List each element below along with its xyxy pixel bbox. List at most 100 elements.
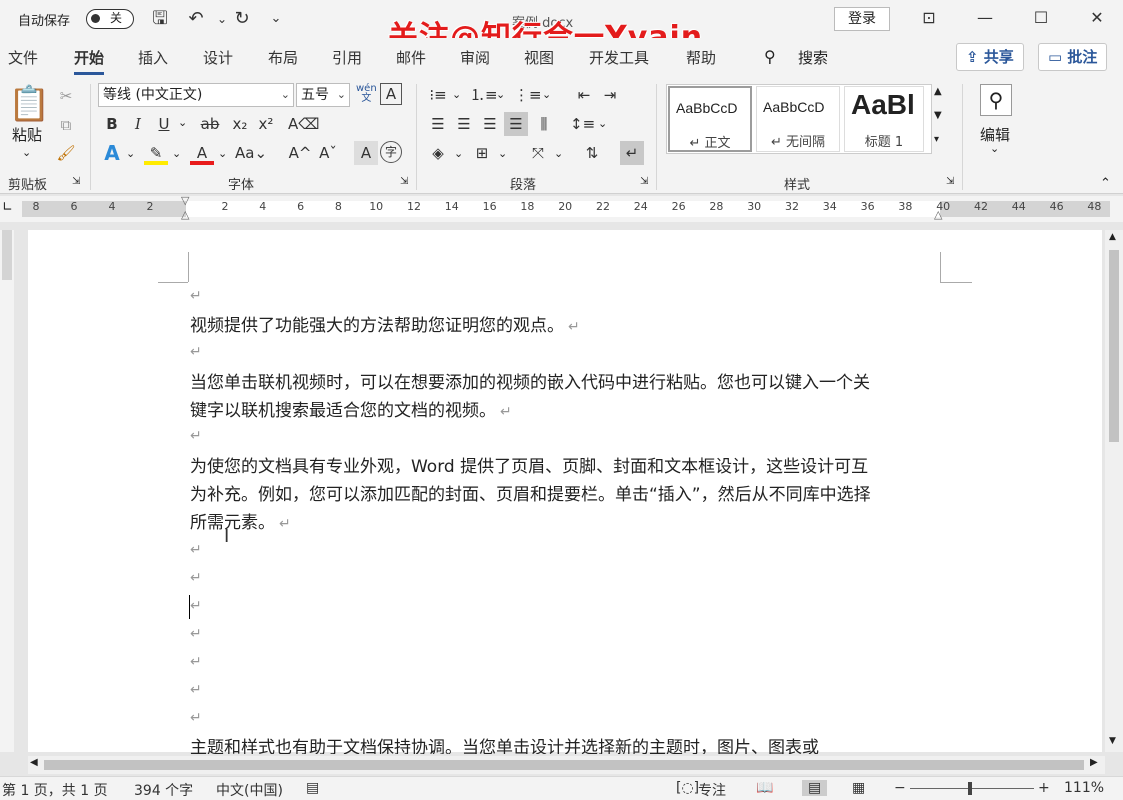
- style-heading-1[interactable]: AaBl 标题 1: [844, 86, 924, 152]
- copy-icon[interactable]: ⧉: [54, 113, 78, 137]
- show-marks-icon[interactable]: ↵: [620, 141, 644, 165]
- share-button[interactable]: ⇪ 共享: [956, 43, 1024, 71]
- borders-icon[interactable]: ⊞: [470, 141, 494, 165]
- tab-design[interactable]: 设计: [203, 47, 233, 68]
- style-normal[interactable]: AaBbCcD ↵ 正文: [668, 86, 752, 152]
- chinese-layout-icon[interactable]: ⤧: [526, 141, 550, 165]
- styles-scroll-up-icon[interactable]: ▲: [934, 86, 942, 97]
- enclose-char-icon[interactable]: 字: [380, 141, 402, 163]
- styles-scroll-down-icon[interactable]: ▼: [934, 110, 942, 121]
- zoom-in-icon[interactable]: +: [1038, 780, 1050, 796]
- style-no-spacing[interactable]: AaBbCcD ↵ 无间隔: [756, 86, 840, 152]
- font-family-select[interactable]: 等线 (中文正文) ⌄: [98, 83, 294, 107]
- zoom-slider[interactable]: [910, 788, 1034, 789]
- web-layout-icon[interactable]: ▦: [852, 780, 865, 796]
- paste-icon[interactable]: 📋: [8, 84, 50, 124]
- zoom-slider-thumb[interactable]: [968, 782, 972, 795]
- phonetic-guide-icon[interactable]: wén 文: [356, 84, 377, 104]
- multilevel-dropdown-icon[interactable]: ⌄: [542, 88, 551, 101]
- highlight-dropdown-icon[interactable]: ⌄: [172, 147, 181, 160]
- align-right-icon[interactable]: ☰: [478, 112, 502, 136]
- underline-button[interactable]: U: [152, 112, 176, 136]
- multilevel-list-icon[interactable]: ⋮≡: [514, 83, 542, 107]
- close-icon[interactable]: ✕: [1086, 7, 1108, 29]
- highlight-icon[interactable]: ✎: [144, 141, 168, 165]
- read-mode-icon[interactable]: 📖: [756, 780, 773, 796]
- first-line-indent-icon[interactable]: ▽: [181, 194, 189, 207]
- numbering-icon[interactable]: ⒈≡: [470, 83, 498, 107]
- comments-button[interactable]: ▭ 批注: [1038, 43, 1108, 71]
- chinese-layout-dropdown-icon[interactable]: ⌄: [554, 147, 563, 160]
- font-launcher-icon[interactable]: ⇲: [400, 176, 408, 187]
- scroll-thumb[interactable]: [1109, 250, 1119, 442]
- save-icon[interactable]: 🖫: [148, 8, 172, 30]
- vertical-scrollbar[interactable]: ▲ ▼: [1105, 230, 1123, 752]
- text-effects-dropdown-icon[interactable]: ⌄: [126, 147, 135, 160]
- paste-label[interactable]: 粘贴: [12, 124, 42, 145]
- horizontal-scrollbar[interactable]: ◀ ▶: [28, 756, 1105, 774]
- paste-dropdown-icon[interactable]: ⌄: [22, 146, 31, 159]
- numbering-dropdown-icon[interactable]: ⌄: [496, 88, 505, 101]
- bullets-dropdown-icon[interactable]: ⌄: [452, 88, 461, 101]
- accessibility-icon[interactable]: ▤: [306, 780, 319, 796]
- clear-formatting-icon[interactable]: A⌫: [288, 112, 319, 136]
- superscript-button[interactable]: x²: [254, 112, 278, 136]
- page-count[interactable]: 第 1 页，共 1 页: [2, 780, 108, 800]
- redo-icon[interactable]: ↻: [230, 8, 254, 30]
- decrease-indent-icon[interactable]: ⇤: [572, 83, 596, 107]
- minimize-icon[interactable]: —: [974, 7, 996, 29]
- document-paragraph[interactable]: 为使您的文档具有专业外观，Word 提供了页眉、页脚、封面和文本框设计，这些设计…: [190, 453, 868, 481]
- scroll-thumb[interactable]: [44, 760, 1084, 770]
- tab-developer[interactable]: 开发工具: [589, 47, 649, 68]
- change-case-icon[interactable]: Aa⌄: [234, 141, 268, 165]
- strikethrough-button[interactable]: ab: [198, 112, 222, 136]
- line-spacing-dropdown-icon[interactable]: ⌄: [598, 117, 607, 130]
- search-icon[interactable]: ⚲: [764, 47, 776, 66]
- font-color-dropdown-icon[interactable]: ⌄: [218, 147, 227, 160]
- clipboard-launcher-icon[interactable]: ⇲: [72, 176, 80, 187]
- editing-dropdown-icon[interactable]: ⌄: [990, 142, 999, 155]
- scroll-up-icon[interactable]: ▲: [1109, 232, 1116, 242]
- document-paragraph[interactable]: 所需元素。 ↵: [190, 509, 291, 538]
- increase-indent-icon[interactable]: ⇥: [598, 83, 622, 107]
- justify-icon[interactable]: ☰: [504, 112, 528, 136]
- autosave-toggle[interactable]: 关: [86, 9, 134, 29]
- tab-layout[interactable]: 布局: [268, 47, 298, 68]
- font-color-icon[interactable]: A: [190, 141, 214, 165]
- focus-icon[interactable]: [◌]: [676, 780, 699, 796]
- tab-insert[interactable]: 插入: [138, 47, 168, 68]
- tab-home[interactable]: 开始: [74, 47, 105, 75]
- shading-icon[interactable]: ◈: [426, 141, 450, 165]
- styles-more-icon[interactable]: ▾: [934, 134, 939, 145]
- tab-help[interactable]: 帮助: [686, 47, 716, 68]
- line-spacing-icon[interactable]: ↕≡: [570, 112, 595, 136]
- distributed-icon[interactable]: ⫼: [532, 112, 556, 136]
- scroll-left-icon[interactable]: ◀: [30, 757, 38, 768]
- ribbon-display-icon[interactable]: ⊡: [918, 7, 940, 29]
- underline-dropdown-icon[interactable]: ⌄: [178, 116, 187, 129]
- styles-launcher-icon[interactable]: ⇲: [946, 176, 954, 187]
- print-layout-icon[interactable]: ▤: [802, 780, 828, 796]
- char-shading-icon[interactable]: A: [354, 141, 378, 165]
- char-border-icon[interactable]: A: [380, 83, 402, 105]
- italic-button[interactable]: I: [126, 112, 150, 136]
- undo-icon[interactable]: ↶: [184, 8, 208, 30]
- search-label[interactable]: 搜索: [798, 47, 828, 68]
- word-count[interactable]: 394 个字: [134, 780, 193, 800]
- tab-mailings[interactable]: 邮件: [396, 47, 426, 68]
- document-paragraph[interactable]: 当您单击联机视频时，可以在想要添加的视频的嵌入代码中进行粘贴。您也可以键入一个关: [190, 369, 870, 397]
- document-paragraph[interactable]: 视频提供了功能强大的方法帮助您证明您的观点。 ↵: [190, 312, 580, 341]
- maximize-icon[interactable]: ☐: [1030, 7, 1052, 29]
- collapse-ribbon-icon[interactable]: ⌃: [1100, 176, 1111, 191]
- document-paragraph[interactable]: 键字以联机搜索最适合您的文档的视频。 ↵: [190, 397, 512, 426]
- scroll-down-icon[interactable]: ▼: [1109, 736, 1116, 746]
- document-paragraph[interactable]: 为补充。例如，您可以添加匹配的封面、页眉和提要栏。单击“插入”，然后从不同库中选…: [190, 481, 871, 509]
- bullets-icon[interactable]: ⁝≡: [426, 83, 450, 107]
- zoom-out-icon[interactable]: −: [894, 780, 906, 796]
- tab-file[interactable]: 文件: [8, 47, 38, 68]
- subscript-button[interactable]: x₂: [228, 112, 252, 136]
- shrink-font-icon[interactable]: Aˇ: [316, 141, 340, 165]
- document-paragraph[interactable]: 主题和样式也有助于文档保持协调。当您单击设计并选择新的主题时，图片、图表或: [190, 734, 819, 754]
- text-effects-icon[interactable]: A: [100, 141, 124, 165]
- grow-font-icon[interactable]: A^: [288, 141, 312, 165]
